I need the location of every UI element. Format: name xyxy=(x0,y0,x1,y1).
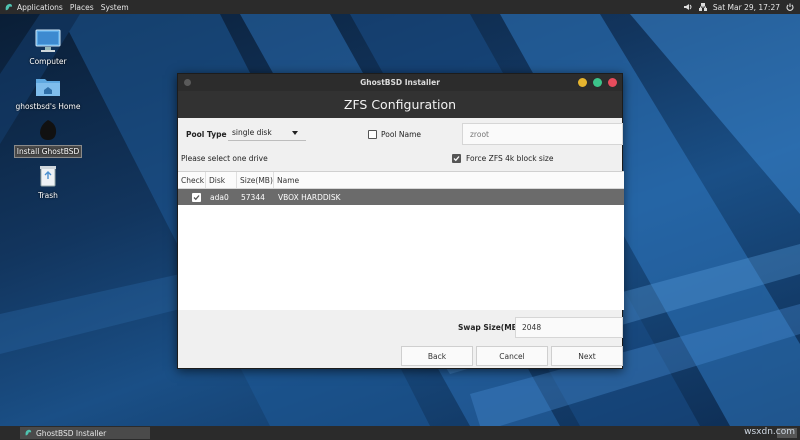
pool-name-input[interactable] xyxy=(462,123,623,145)
cell-name: VBOX HARDDISK xyxy=(278,192,341,202)
back-button[interactable]: Back xyxy=(401,346,473,366)
installer-window: GhostBSD Installer ZFS Configuration Poo… xyxy=(177,73,624,369)
column-header-check[interactable]: Check xyxy=(178,172,206,188)
computer-icon xyxy=(35,28,61,54)
column-header-name[interactable]: Name xyxy=(274,172,624,188)
pool-type-value: single disk xyxy=(232,128,272,137)
cell-size: 57344 xyxy=(241,192,265,202)
force-4k-checkbox[interactable] xyxy=(452,154,461,163)
select-drive-text: Please select one drive xyxy=(181,154,268,163)
top-panel: Applications Places System Sat Mar 29, 1… xyxy=(0,0,800,14)
desktop-icon-trash[interactable]: Trash xyxy=(13,162,83,201)
close-button[interactable] xyxy=(608,78,617,87)
pool-type-select[interactable]: single disk xyxy=(228,125,306,141)
menu-places[interactable]: Places xyxy=(70,3,94,12)
desktop-icon-label: ghostbsd's Home xyxy=(15,102,81,111)
desktop-icon-label: Computer xyxy=(29,57,67,66)
watermark: wsxdn.com xyxy=(744,427,795,437)
ghostbsd-logo-icon xyxy=(25,429,32,436)
menu-system[interactable]: System xyxy=(101,3,129,12)
force-4k-label: Force ZFS 4k block size xyxy=(466,154,554,163)
checkmark-icon xyxy=(193,194,200,200)
desktop-icon-install[interactable]: Install GhostBSD xyxy=(13,117,83,158)
desktop-icon-computer[interactable]: Computer xyxy=(13,28,83,67)
desktop-icon-home[interactable]: ghostbsd's Home xyxy=(13,73,83,112)
volume-icon[interactable] xyxy=(683,3,693,11)
swap-size-label: Swap Size(MB) xyxy=(458,323,521,332)
next-button[interactable]: Next xyxy=(551,346,623,366)
ghostbsd-logo-icon[interactable] xyxy=(3,2,13,12)
disk-table: Check Disk Size(MB) Name ada0 57344 VBOX… xyxy=(178,171,624,310)
column-header-disk[interactable]: Disk xyxy=(206,172,237,188)
clock[interactable]: Sat Mar 29, 17:27 xyxy=(713,3,780,12)
checkmark-icon xyxy=(453,156,460,162)
menu-applications[interactable]: Applications xyxy=(17,3,63,12)
taskbar-item-installer[interactable]: GhostBSD Installer xyxy=(20,427,150,439)
pool-name-checkbox[interactable] xyxy=(368,130,377,139)
taskbar: GhostBSD Installer xyxy=(0,426,800,440)
pool-type-label: Pool Type xyxy=(186,130,227,139)
swap-size-input[interactable] xyxy=(515,317,623,338)
window-title: GhostBSD Installer xyxy=(360,78,440,87)
power-icon[interactable] xyxy=(786,3,794,11)
trash-icon xyxy=(35,162,61,188)
desktop-icon-label: Install GhostBSD xyxy=(13,145,83,158)
maximize-button[interactable] xyxy=(593,78,602,87)
ghostbsd-install-icon xyxy=(35,117,61,143)
minimize-button[interactable] xyxy=(578,78,587,87)
cancel-button[interactable]: Cancel xyxy=(476,346,548,366)
table-row[interactable]: ada0 57344 VBOX HARDDISK xyxy=(178,189,624,205)
window-titlebar[interactable]: GhostBSD Installer xyxy=(178,74,622,91)
chevron-down-icon xyxy=(292,131,298,135)
table-header: Check Disk Size(MB) Name xyxy=(178,172,624,189)
desktop-icon-label: Trash xyxy=(38,191,58,200)
window-menu-icon[interactable] xyxy=(184,79,191,86)
page-title: ZFS Configuration xyxy=(178,91,622,118)
network-icon[interactable] xyxy=(698,3,707,11)
home-folder-icon xyxy=(35,73,61,99)
column-header-size[interactable]: Size(MB) xyxy=(237,172,274,188)
pool-name-label: Pool Name xyxy=(381,130,422,139)
row-checkbox[interactable] xyxy=(192,192,201,202)
taskbar-item-label: GhostBSD Installer xyxy=(36,428,107,438)
system-tray: Sat Mar 29, 17:27 xyxy=(683,3,794,12)
cell-disk: ada0 xyxy=(210,192,229,202)
